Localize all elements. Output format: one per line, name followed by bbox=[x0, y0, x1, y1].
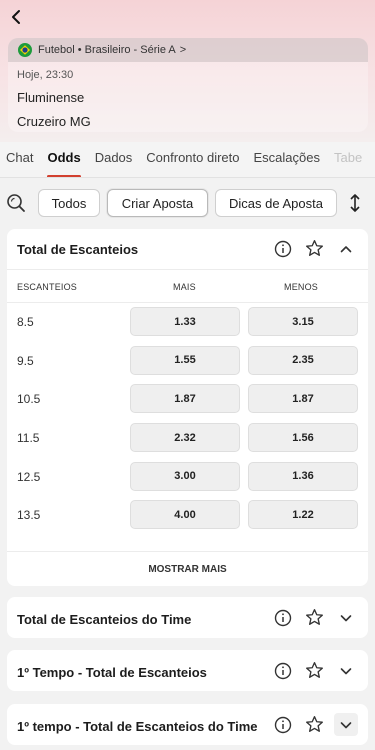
criar-aposta-button[interactable]: Criar Aposta bbox=[107, 189, 208, 217]
market-header[interactable]: 1º tempo - Total de Escanteios do Time bbox=[7, 704, 368, 745]
odd-over-button[interactable]: 1.55 bbox=[130, 345, 240, 375]
chevron-down-icon[interactable] bbox=[338, 610, 354, 626]
back-arrow-icon[interactable] bbox=[8, 8, 26, 26]
market-title: Total de Escanteios do Time bbox=[17, 612, 192, 627]
odd-over-button[interactable]: 1.33 bbox=[130, 307, 240, 336]
odds-row: 8.5 1.33 3.15 bbox=[7, 303, 368, 342]
odds-row: 10.5 1.87 1.87 bbox=[7, 380, 368, 419]
sort-icon[interactable] bbox=[346, 193, 364, 213]
odd-under-button[interactable]: 1.87 bbox=[248, 384, 358, 414]
odds-row: 13.5 4.00 1.22 bbox=[7, 496, 368, 535]
column-menos: MENOS bbox=[284, 282, 319, 292]
tab-escalacoes[interactable]: Escalações bbox=[254, 142, 320, 177]
odd-over-button[interactable]: 2.32 bbox=[130, 423, 240, 453]
line-value: 12.5 bbox=[17, 469, 41, 484]
show-more-button[interactable]: MOSTRAR MAIS bbox=[7, 551, 368, 586]
column-escanteios: ESCANTEIOS bbox=[17, 282, 78, 292]
star-icon[interactable] bbox=[305, 661, 324, 680]
odds-row: 12.5 3.00 1.36 bbox=[7, 458, 368, 497]
tab-confronto-direto[interactable]: Confronto direto bbox=[146, 142, 239, 177]
chevron-down-icon[interactable] bbox=[338, 663, 354, 679]
match-header: Futebol • Brasileiro - Série A > Hoje, 2… bbox=[0, 0, 375, 142]
home-team: Fluminense bbox=[17, 90, 85, 105]
market-header[interactable]: 1º Tempo - Total de Escanteios bbox=[7, 650, 368, 691]
kickoff-time: Hoje, 23:30 bbox=[17, 69, 74, 81]
market-title: 1º Tempo - Total de Escanteios bbox=[17, 665, 207, 680]
market-card-1t-total-escanteios[interactable]: 1º Tempo - Total de Escanteios bbox=[7, 650, 368, 691]
odd-under-button[interactable]: 1.22 bbox=[248, 500, 358, 530]
market-header[interactable]: Total de Escanteios bbox=[7, 229, 368, 270]
league-name: Futebol • Brasileiro - Série A bbox=[38, 44, 176, 56]
odd-under-button[interactable]: 1.56 bbox=[248, 423, 358, 453]
star-icon[interactable] bbox=[305, 608, 324, 627]
odd-under-button[interactable]: 2.35 bbox=[248, 345, 358, 375]
chevron-up-icon[interactable] bbox=[338, 241, 354, 257]
market-card-escanteios-time[interactable]: Total de Escanteios do Time bbox=[7, 597, 368, 638]
market-card-total-escanteios: Total de Escanteios ESCANTEIOS MAIS MENO… bbox=[7, 229, 368, 586]
filter-bar: Todos Criar Aposta Dicas de Aposta bbox=[0, 186, 375, 220]
match-info-card: Futebol • Brasileiro - Série A > Hoje, 2… bbox=[8, 38, 368, 132]
odd-under-button[interactable]: 1.36 bbox=[248, 461, 358, 491]
line-value: 11.5 bbox=[17, 431, 40, 446]
odd-over-button[interactable]: 4.00 bbox=[130, 500, 240, 530]
info-icon[interactable] bbox=[274, 609, 292, 627]
info-icon[interactable] bbox=[274, 662, 292, 680]
away-team: Cruzeiro MG bbox=[17, 114, 91, 129]
column-headers: ESCANTEIOS MAIS MENOS bbox=[7, 270, 368, 303]
line-value: 13.5 bbox=[17, 508, 41, 523]
search-icon[interactable] bbox=[6, 193, 26, 213]
star-icon[interactable] bbox=[305, 239, 324, 258]
league-chevron-icon: > bbox=[179, 44, 187, 56]
odd-over-button[interactable]: 3.00 bbox=[130, 461, 240, 491]
market-title: Total de Escanteios bbox=[17, 242, 139, 257]
star-icon[interactable] bbox=[305, 715, 324, 734]
tab-chat[interactable]: Chat bbox=[6, 142, 33, 177]
market-header[interactable]: Total de Escanteios do Time bbox=[7, 597, 368, 638]
chevron-down-icon[interactable] bbox=[338, 717, 354, 733]
filter-todos-button[interactable]: Todos bbox=[38, 189, 100, 217]
dicas-de-aposta-button[interactable]: Dicas de Aposta bbox=[215, 189, 337, 217]
tab-odds[interactable]: Odds bbox=[47, 142, 81, 177]
info-icon[interactable] bbox=[274, 240, 292, 258]
odds-row: 11.5 2.32 1.56 bbox=[7, 419, 368, 458]
line-value: 10.5 bbox=[17, 392, 41, 407]
brazil-flag-icon bbox=[18, 43, 32, 57]
odds-row: 9.5 1.55 2.35 bbox=[7, 342, 368, 381]
line-value: 8.5 bbox=[17, 315, 34, 329]
tab-dados[interactable]: Dados bbox=[95, 142, 133, 177]
odd-under-button[interactable]: 3.15 bbox=[248, 307, 358, 336]
league-breadcrumb[interactable]: Futebol • Brasileiro - Série A > bbox=[8, 38, 368, 62]
odd-over-button[interactable]: 1.87 bbox=[130, 384, 240, 414]
market-card-1t-escanteios-time[interactable]: 1º tempo - Total de Escanteios do Time bbox=[7, 704, 368, 745]
info-icon[interactable] bbox=[274, 716, 292, 734]
market-title: 1º tempo - Total de Escanteios do Time bbox=[17, 719, 258, 734]
tab-bar: Chat Odds Dados Confronto direto Escalaç… bbox=[0, 142, 375, 178]
column-mais: MAIS bbox=[173, 282, 196, 292]
tab-tabela[interactable]: Tabe bbox=[334, 142, 362, 177]
line-value: 9.5 bbox=[17, 353, 34, 368]
